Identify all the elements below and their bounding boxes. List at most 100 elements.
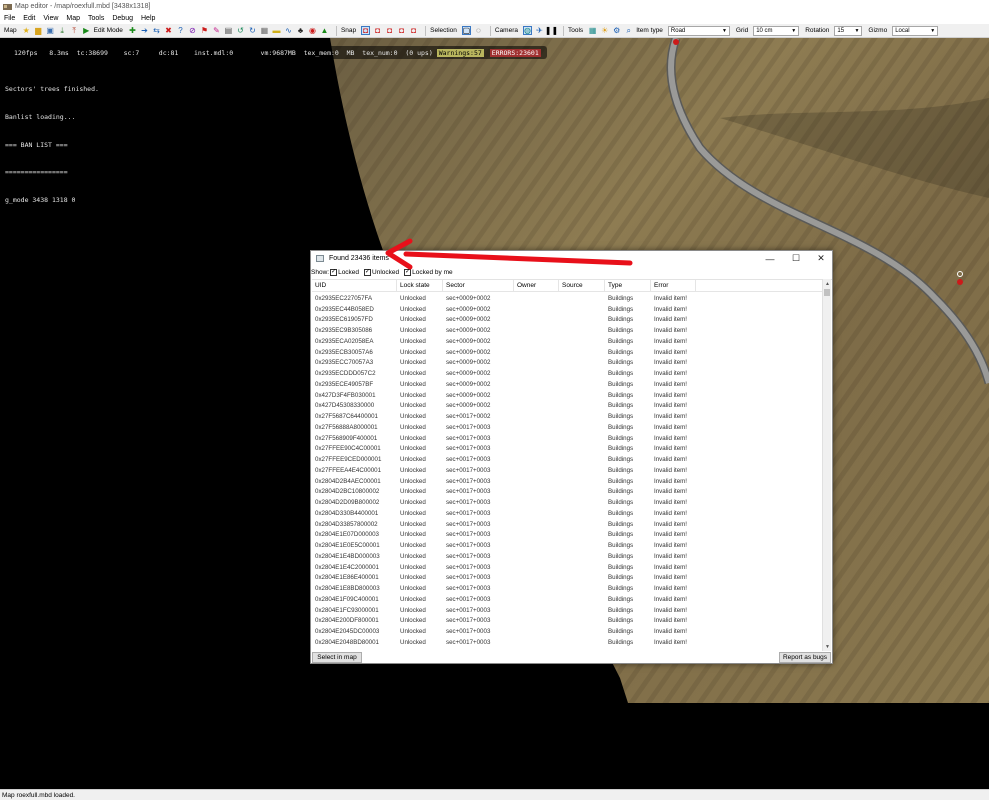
table-row[interactable]: 0x27FFEE90C4C00001 Unlocked sec+0017+0003 B… — [312, 444, 822, 455]
delete-icon[interactable]: ✖ — [164, 26, 173, 35]
unlocked-checkbox[interactable]: ✓ — [364, 269, 372, 276]
table-row[interactable]: 0x427D45308330000 Unlocked sec+0009+0002 Bu… — [312, 401, 822, 412]
table-row[interactable]: 0x2935EC619057FD Unlocked sec+0009+0002 Bui… — [312, 315, 822, 326]
download-icon[interactable]: ⤓ — [58, 26, 67, 35]
item-type-select[interactable]: Road ▼ — [667, 25, 730, 36]
table-row[interactable]: 0x2804E1E8BD800003 Unlocked sec+0017+0003 B… — [312, 583, 822, 594]
table-row[interactable]: 0x27F56888A8000001 Unlocked sec+0017+0003 B… — [312, 422, 822, 433]
gear-icon[interactable]: ⚙ — [612, 26, 621, 35]
open-folder-icon[interactable]: ▆ — [34, 26, 43, 35]
rotate-right-icon[interactable]: ↻ — [248, 26, 257, 35]
table-row[interactable]: 0x2935ECB30057A6 Unlocked sec+0009+0002 Bui… — [312, 347, 822, 358]
column-header-type[interactable]: Type — [605, 280, 651, 292]
edit-mode-button[interactable]: Edit Mode — [94, 27, 123, 34]
swap-icon[interactable]: ⇆ — [152, 26, 161, 35]
column-header-source[interactable]: Source — [559, 280, 605, 292]
grid-select[interactable]: 10 cm ▼ — [753, 25, 800, 36]
export-icon[interactable]: ⤒ — [70, 26, 79, 35]
table-row[interactable]: 0x27F568909F400001 Unlocked sec+0017+0003 B… — [312, 433, 822, 444]
column-header-lock-state[interactable]: Lock state — [397, 280, 443, 292]
table-row[interactable]: 0x2804E200DF800001 Unlocked sec+0017+0003 B… — [312, 616, 822, 627]
pause-icon[interactable]: ❚❚ — [545, 26, 558, 35]
table-row[interactable]: 0x2935ECA02058EA Unlocked sec+0009+0002 Bui… — [312, 336, 822, 347]
snap-angle-icon[interactable]: ◘ — [409, 26, 418, 35]
table-row[interactable]: 0x2804E2048BD80001 Unlocked sec+0017+0003 B… — [312, 637, 822, 648]
items-list[interactable]: UID Lock state Sector Owner Source Type … — [312, 279, 832, 651]
table-row[interactable]: 0x2935EC227057FA Unlocked sec+0009+0002 Bui… — [312, 293, 822, 304]
table-row[interactable]: 0x2804E1FC93000001 Unlocked sec+0017+0003 B… — [312, 605, 822, 616]
table-row[interactable]: 0x2804D2D09B800002 Unlocked sec+0017+0003 B… — [312, 497, 822, 508]
scroll-down-icon[interactable]: ▼ — [823, 642, 832, 651]
column-header-uid[interactable]: UID — [312, 280, 397, 292]
snap-node-icon[interactable]: ◘ — [361, 26, 371, 35]
scroll-thumb[interactable] — [824, 289, 830, 296]
help-icon[interactable]: ? — [176, 26, 185, 35]
snap-grid-icon[interactable]: ◘ — [373, 26, 382, 35]
globe-icon[interactable]: ◍ — [523, 26, 532, 35]
menu-file[interactable]: File — [4, 15, 15, 22]
table-row[interactable]: 0x2804E1F09C400001 Unlocked sec+0017+0003 B… — [312, 594, 822, 605]
road-node-marker[interactable] — [957, 279, 963, 285]
menu-edit[interactable]: Edit — [23, 15, 35, 22]
maximize-button[interactable]: ☐ — [783, 251, 809, 266]
report-as-bugs-button[interactable]: Report as bugs — [779, 652, 831, 663]
menu-view[interactable]: View — [43, 15, 58, 22]
table-row[interactable]: 0x2935ECC70057A3 Unlocked sec+0009+0002 Bui… — [312, 358, 822, 369]
sun-icon[interactable]: ☀ — [600, 26, 609, 35]
arrow-right-icon[interactable]: ➔ — [140, 26, 149, 35]
menu-tools[interactable]: Tools — [88, 15, 104, 22]
menu-help[interactable]: Help — [141, 15, 155, 22]
building-icon[interactable]: ▲ — [320, 26, 329, 35]
star-icon[interactable]: ★ — [22, 26, 31, 35]
table-row[interactable]: 0x2804E2045DC00003 Unlocked sec+0017+0003 B… — [312, 626, 822, 637]
table-row[interactable]: 0x2804D2B4AEC00001 Unlocked sec+0017+0003 B… — [312, 476, 822, 487]
table-row[interactable]: 0x2935EC44B058ED Unlocked sec+0009+0002 Bui… — [312, 304, 822, 315]
truck-icon[interactable]: ▤ — [224, 26, 233, 35]
minimize-button[interactable]: — — [757, 251, 783, 266]
grid-tool-icon[interactable]: ▦ — [588, 26, 597, 35]
menu-debug[interactable]: Debug — [112, 15, 133, 22]
sign-icon[interactable]: ▬ — [272, 26, 281, 35]
table-row[interactable]: 0x2804D33857800002 Unlocked sec+0017+0003 B… — [312, 519, 822, 530]
road-node-marker[interactable] — [673, 39, 679, 45]
menu-map[interactable]: Map — [66, 15, 80, 22]
search-icon[interactable]: ⌕ — [624, 26, 633, 35]
tree-icon[interactable]: ♣ — [296, 26, 305, 35]
table-row[interactable]: 0x2804E1E0E5C00001 Unlocked sec+0017+0003 B… — [312, 540, 822, 551]
snap-item-icon[interactable]: ◘ — [397, 26, 406, 35]
select-in-map-button[interactable]: Select in map — [312, 652, 362, 663]
rect-select-icon[interactable]: ▢ — [461, 26, 471, 35]
column-header-sector[interactable]: Sector — [443, 280, 514, 292]
lasso-select-icon[interactable]: ◌ — [474, 26, 483, 35]
table-row[interactable]: 0x2935ECDDD057C2 Unlocked sec+0009+0002 Bui… — [312, 368, 822, 379]
save-icon[interactable]: ▣ — [46, 26, 55, 35]
play-icon[interactable]: ▶ — [82, 26, 91, 35]
vertical-scrollbar[interactable]: ▲ ▼ — [822, 279, 831, 651]
snap-terrain-icon[interactable]: ◘ — [385, 26, 394, 35]
table-row[interactable]: 0x27FFEEA4E4C00001 Unlocked sec+0017+0003 B… — [312, 465, 822, 476]
table-row[interactable]: 0x2804E1E86E400001 Unlocked sec+0017+0003 B… — [312, 573, 822, 584]
rotation-select[interactable]: 15 ▼ — [834, 25, 863, 36]
flag-icon[interactable]: ⚑ — [200, 26, 209, 35]
locked-checkbox[interactable]: ✓ — [330, 269, 338, 276]
paint-icon[interactable]: ✎ — [212, 26, 221, 35]
column-header-error[interactable]: Error — [651, 280, 696, 292]
scroll-up-icon[interactable]: ▲ — [823, 279, 832, 288]
locked-label[interactable]: Locked — [338, 269, 359, 276]
table-row[interactable]: 0x2935EC9B305086 Unlocked sec+0009+0002 Bui… — [312, 325, 822, 336]
table-row[interactable]: 0x2804D2BC10800002 Unlocked sec+0017+0003 B… — [312, 487, 822, 498]
curve-icon[interactable]: ∿ — [284, 26, 293, 35]
move-icon[interactable]: ✚ — [128, 26, 137, 35]
table-row[interactable]: 0x2804E1E07D000003 Unlocked sec+0017+0003 B… — [312, 530, 822, 541]
rotate-left-icon[interactable]: ↺ — [236, 26, 245, 35]
table-row[interactable]: 0x2804E1E4BD000003 Unlocked sec+0017+0003 B… — [312, 551, 822, 562]
table-row[interactable]: 0x27FFEE9CED000001 Unlocked sec+0017+0003 B… — [312, 454, 822, 465]
stop-icon[interactable]: ⊘ — [188, 26, 197, 35]
close-button[interactable]: ✕ — [808, 251, 834, 266]
table-row[interactable]: 0x27F5687C64400001 Unlocked sec+0017+0002 B… — [312, 411, 822, 422]
column-header-owner[interactable]: Owner — [514, 280, 559, 292]
table-row[interactable]: 0x2935ECE49057BF Unlocked sec+0009+0002 Bui… — [312, 379, 822, 390]
road-icon[interactable]: ▦ — [260, 26, 269, 35]
table-row[interactable]: 0x2804E1E4C2000001 Unlocked sec+0017+0003 B… — [312, 562, 822, 573]
table-row[interactable]: 0x2804D330B4400001 Unlocked sec+0017+0003 B… — [312, 508, 822, 519]
